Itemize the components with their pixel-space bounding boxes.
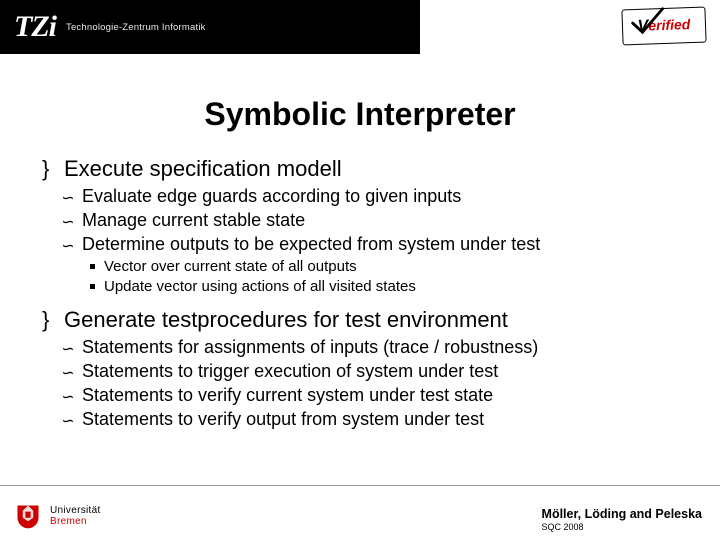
slide-title: Symbolic Interpreter <box>0 96 720 133</box>
bullet-level2: ∽Statements to trigger execution of syst… <box>62 361 690 382</box>
authors: Möller, Löding and Peleska <box>542 507 702 521</box>
bullet-level2: ∽Statements for assignments of inputs (t… <box>62 337 690 358</box>
verified-badge: Verified <box>621 7 706 46</box>
script-bullet-icon: ∽ <box>60 387 73 407</box>
shield-icon <box>14 502 42 530</box>
tzi-banner: TZi Technologie-Zentrum Informatik <box>0 0 420 54</box>
script-bullet-icon: ∽ <box>60 236 73 256</box>
bullet-level2: ∽Evaluate edge guards according to given… <box>62 186 690 207</box>
script-bullet-icon: ∽ <box>60 339 73 359</box>
tzi-logo-text: TZi <box>14 12 56 42</box>
university-logo: Universität Bremen <box>14 502 101 530</box>
bullet-level2: ∽Statements to verify output from system… <box>62 409 690 430</box>
footer: Universität Bremen Möller, Löding and Pe… <box>0 485 720 540</box>
tzi-subtitle: Technologie-Zentrum Informatik <box>66 22 206 33</box>
bullet-level1: Execute specification modell <box>42 156 690 182</box>
slide-body: Execute specification modell ∽Evaluate e… <box>42 156 690 430</box>
university-name-1: Universität <box>50 506 101 516</box>
script-bullet-icon: ∽ <box>60 411 73 431</box>
bullet-level2: ∽Determine outputs to be expected from s… <box>62 234 690 255</box>
footer-right: Möller, Löding and Peleska SQC 2008 <box>542 507 702 532</box>
bullet-level2: ∽Statements to verify current system und… <box>62 385 690 406</box>
bullet-level3: Vector over current state of all outputs <box>90 258 690 275</box>
bullet-level1: Generate testprocedures for test environ… <box>42 307 690 333</box>
slide: TZi Technologie-Zentrum Informatik Verif… <box>0 0 720 540</box>
script-bullet-icon: ∽ <box>60 212 73 232</box>
bullet-level2: ∽Manage current stable state <box>62 210 690 231</box>
script-bullet-icon: ∽ <box>60 363 73 383</box>
university-name-2: Bremen <box>50 517 101 527</box>
bullet-level3: Update vector using actions of all visit… <box>90 278 690 295</box>
conference: SQC 2008 <box>542 522 702 532</box>
tzi-logo: TZi <box>14 12 56 42</box>
verified-label: Verified <box>637 17 690 35</box>
script-bullet-icon: ∽ <box>60 188 73 208</box>
